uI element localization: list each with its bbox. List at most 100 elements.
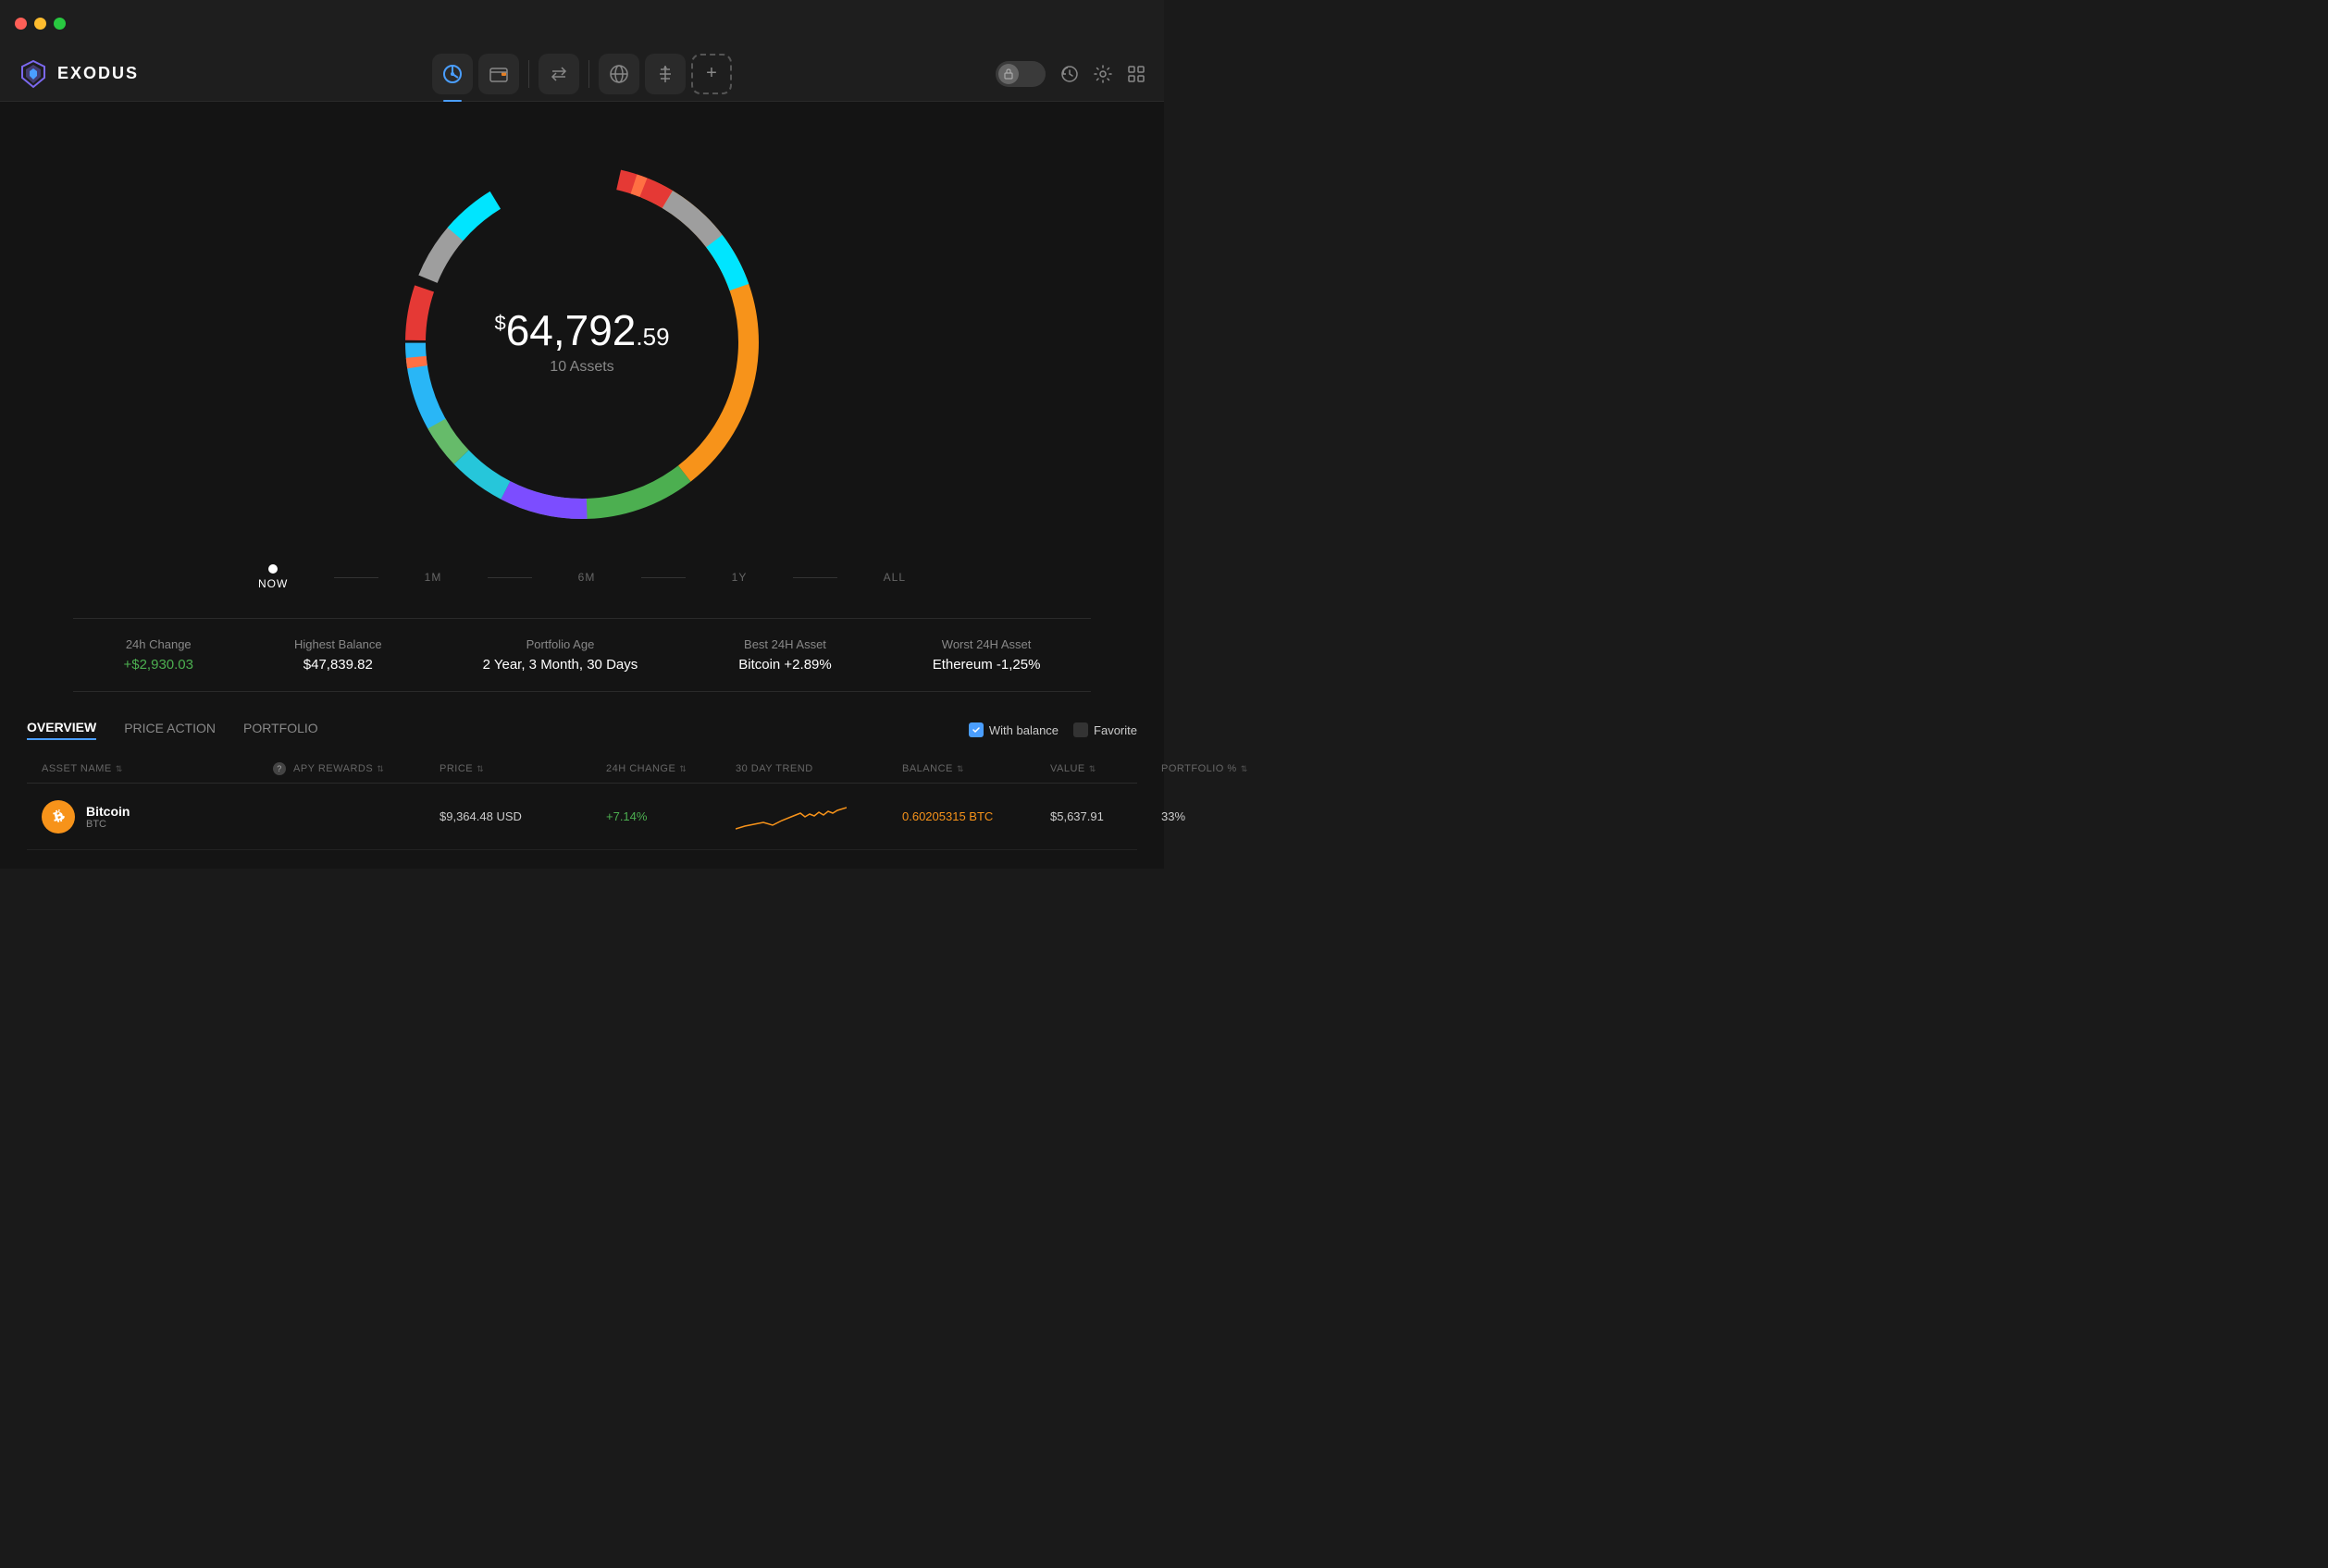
logo-area: EXODUS <box>19 59 204 89</box>
timeline-1y[interactable]: 1Y <box>732 571 748 584</box>
timeline: NOW 1M 6M 1Y ALL <box>258 564 906 590</box>
timeline-label-now: NOW <box>258 577 288 590</box>
currency-symbol: $ <box>494 312 505 335</box>
th-value[interactable]: VALUE ⇅ <box>1050 762 1161 775</box>
timeline-line-1 <box>334 577 378 578</box>
btc-price: $9,364.48 USD <box>440 809 606 823</box>
nav-add[interactable]: + <box>691 54 732 94</box>
stat-worst-asset: Worst 24H Asset Ethereum -1,25% <box>933 637 1041 673</box>
timeline-label-all: ALL <box>884 571 906 584</box>
table-filters: With balance Favorite <box>969 722 1137 737</box>
nav-exchange[interactable] <box>539 54 579 94</box>
sort-icon-change: ⇅ <box>679 764 687 774</box>
stat-label-best: Best 24H Asset <box>738 637 831 651</box>
timeline-line-4 <box>793 577 836 578</box>
table-tabs-row: OVERVIEW PRICE ACTION PORTFOLIO With bal… <box>27 720 1137 740</box>
table-row[interactable]: Bitcoin BTC $9,364.48 USD +7.14% 0.60205… <box>27 784 1137 850</box>
stat-value-best: Bitcoin +2.89% <box>738 657 831 673</box>
sort-icon-balance: ⇅ <box>957 764 964 774</box>
timeline-6m[interactable]: 6M <box>578 571 596 584</box>
sort-icon-price: ⇅ <box>477 764 484 774</box>
timeline-label-1m: 1M <box>425 571 442 584</box>
sort-icon-apy: ⇅ <box>377 764 384 774</box>
maximize-button[interactable] <box>54 18 66 30</box>
traffic-lights <box>15 18 66 30</box>
exodus-logo-icon <box>19 59 48 89</box>
th-asset-name[interactable]: ASSET NAME ⇅ <box>42 762 273 775</box>
btc-mini-chart <box>736 796 847 833</box>
tab-price-action[interactable]: PRICE ACTION <box>124 721 216 739</box>
nav-center: + <box>204 54 960 94</box>
btc-change: +7.14% <box>606 809 736 823</box>
timeline-label-6m: 6M <box>578 571 596 584</box>
timeline-label-1y: 1Y <box>732 571 748 584</box>
add-icon: + <box>706 63 717 84</box>
with-balance-label: With balance <box>989 723 1059 737</box>
tab-portfolio[interactable]: PORTFOLIO <box>243 721 318 739</box>
btc-portfolio-pct: 33% <box>1161 809 1272 823</box>
nav-wallet[interactable] <box>478 54 519 94</box>
btc-trend <box>736 796 902 836</box>
stat-value-worst: Ethereum -1,25% <box>933 657 1041 673</box>
apps-button[interactable] <box>1127 65 1145 83</box>
settings-button[interactable] <box>1094 65 1112 83</box>
sort-icon-asset: ⇅ <box>116 764 123 774</box>
stats-row: 24h Change +$2,930.03 Highest Balance $4… <box>73 618 1091 692</box>
timeline-line-3 <box>641 577 685 578</box>
nav-portfolio[interactable] <box>432 54 473 94</box>
nav-earn[interactable] <box>645 54 686 94</box>
timeline-dot-now <box>268 564 278 574</box>
tab-overview[interactable]: OVERVIEW <box>27 720 96 740</box>
timeline-all[interactable]: ALL <box>884 571 906 584</box>
th-price[interactable]: PRICE ⇅ <box>440 762 606 775</box>
timeline-1m[interactable]: 1M <box>425 571 442 584</box>
portfolio-chart: $64,792.59 10 Assets <box>378 139 786 546</box>
asset-table-section: OVERVIEW PRICE ACTION PORTFOLIO With bal… <box>27 720 1137 850</box>
minimize-button[interactable] <box>34 18 46 30</box>
filter-favorite[interactable]: Favorite <box>1073 722 1137 737</box>
stat-best-asset: Best 24H Asset Bitcoin +2.89% <box>738 637 831 673</box>
stat-24h-change: 24h Change +$2,930.03 <box>123 637 193 673</box>
nav-divider-2 <box>588 60 589 88</box>
th-change[interactable]: 24H CHANGE ⇅ <box>606 762 736 775</box>
btc-name-col: Bitcoin BTC <box>86 804 130 830</box>
asset-info-btc: Bitcoin BTC <box>42 800 273 833</box>
chart-center-text: $64,792.59 10 Assets <box>494 309 669 376</box>
th-portfolio-pct[interactable]: PORTFOLIO % ⇅ <box>1161 762 1272 775</box>
timeline-now[interactable]: NOW <box>258 564 288 590</box>
stat-portfolio-age: Portfolio Age 2 Year, 3 Month, 30 Days <box>483 637 638 673</box>
header: EXODUS <box>0 46 1164 102</box>
stat-highest-balance: Highest Balance $47,839.82 <box>294 637 382 673</box>
lock-thumb <box>998 64 1019 84</box>
btc-value: $5,637.91 <box>1050 809 1161 823</box>
history-button[interactable] <box>1060 65 1079 83</box>
with-balance-checkbox[interactable] <box>969 722 984 737</box>
assets-count: 10 Assets <box>494 359 669 376</box>
filter-with-balance[interactable]: With balance <box>969 722 1059 737</box>
btc-balance: 0.60205315 BTC <box>902 809 1050 823</box>
favorite-checkbox[interactable] <box>1073 722 1088 737</box>
portfolio-amount: $64,792.59 <box>494 309 669 352</box>
logo-text: EXODUS <box>57 64 139 83</box>
lock-toggle[interactable] <box>996 61 1046 87</box>
btc-name: Bitcoin <box>86 804 130 819</box>
help-icon: ? <box>273 762 286 775</box>
nav-right <box>960 61 1145 87</box>
btc-icon <box>42 800 75 833</box>
favorite-label: Favorite <box>1094 723 1137 737</box>
timeline-line-2 <box>488 577 531 578</box>
nav-divider <box>528 60 529 88</box>
th-apy[interactable]: ? APY REWARDS ⇅ <box>273 762 440 775</box>
sort-icon-value: ⇅ <box>1089 764 1096 774</box>
stat-value-highest: $47,839.82 <box>294 657 382 673</box>
close-button[interactable] <box>15 18 27 30</box>
th-balance[interactable]: BALANCE ⇅ <box>902 762 1050 775</box>
th-trend: 30 DAY TREND <box>736 762 902 775</box>
main-content: $64,792.59 10 Assets NOW 1M 6M 1Y ALL 24… <box>0 102 1164 869</box>
stat-value-24h: +$2,930.03 <box>123 657 193 673</box>
nav-browser[interactable] <box>599 54 639 94</box>
stat-value-age: 2 Year, 3 Month, 30 Days <box>483 657 638 673</box>
btc-symbol: BTC <box>86 819 130 830</box>
titlebar <box>0 0 1164 46</box>
stat-label-age: Portfolio Age <box>483 637 638 651</box>
